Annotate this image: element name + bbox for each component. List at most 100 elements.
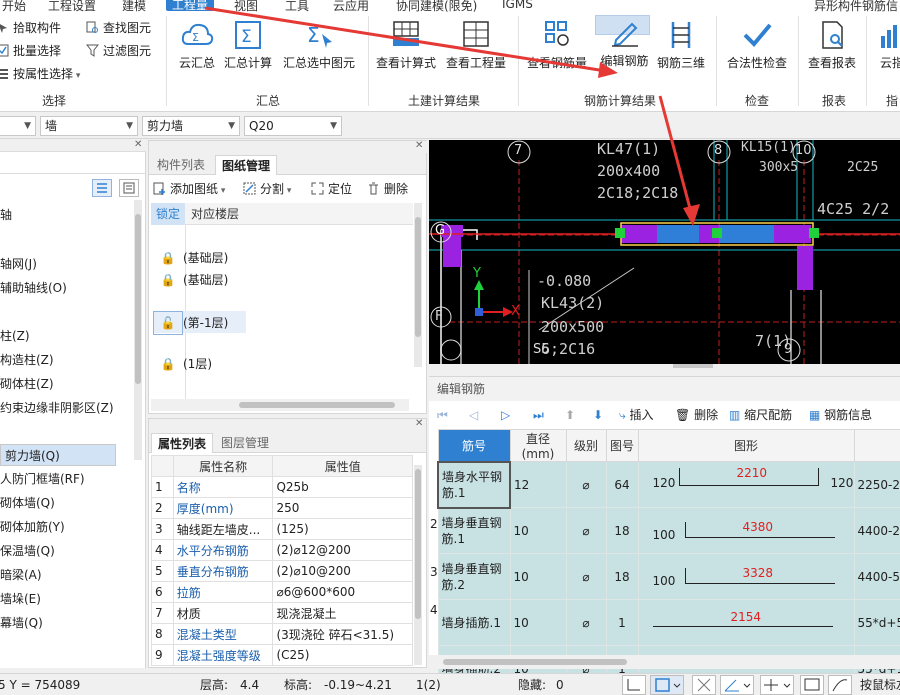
summary-selected-button[interactable]: Σ 汇总选中图元 bbox=[280, 18, 358, 78]
nav-item[interactable]: 幕墙(Q) bbox=[0, 612, 130, 634]
select-by-attr-button[interactable]: 按属性选择 ▾ bbox=[0, 64, 80, 84]
rebar-shape[interactable]: 2154 bbox=[637, 599, 855, 646]
scale-rebar-button[interactable]: ▥ 缩尺配筋 bbox=[729, 404, 792, 426]
delete-rebar-button[interactable]: 🗑 删除 bbox=[675, 404, 718, 426]
view-formula-button[interactable]: 查看计算式 bbox=[374, 18, 438, 78]
component-select[interactable]: Q20 ▼ bbox=[244, 116, 342, 136]
prev-record-button[interactable]: ◁ bbox=[469, 404, 478, 426]
table-row[interactable]: 2 厚度(mm) 250 bbox=[151, 497, 413, 519]
rebar-shape[interactable]: 100 4380 bbox=[637, 507, 855, 554]
next-record-button[interactable]: ▷ bbox=[501, 404, 510, 426]
view-report-button[interactable]: 查看报表 bbox=[804, 18, 860, 78]
rebar-3d-button[interactable]: 钢筋三维 bbox=[654, 18, 708, 78]
detail-view-icon[interactable] bbox=[119, 179, 139, 197]
table-row[interactable]: 3 轴线距左墙皮... (125) bbox=[151, 518, 413, 540]
edit-rebar-button[interactable]: 编辑钢筋 bbox=[595, 15, 650, 68]
cross-button[interactable] bbox=[692, 675, 716, 695]
snap-corner-button[interactable] bbox=[622, 675, 646, 695]
curve-button[interactable] bbox=[828, 675, 852, 695]
first-record-button[interactable]: ⏮ bbox=[437, 404, 448, 426]
menu-igms[interactable]: IGMS bbox=[502, 0, 533, 11]
pick-element-button[interactable]: 拾取构件 bbox=[0, 18, 61, 38]
view-rebar-qty-button[interactable]: 查看钢筋量 bbox=[524, 18, 590, 78]
last-record-button[interactable]: ⏭ bbox=[533, 404, 544, 426]
lock-icon[interactable]: 🔒 bbox=[153, 353, 183, 375]
add-drawing-button[interactable]: 添加图纸 ▾ bbox=[153, 179, 225, 199]
rebar-shape[interactable]: 100 3328 bbox=[637, 553, 855, 600]
pencil-icon bbox=[611, 22, 638, 47]
locate-button[interactable]: 定位 bbox=[311, 179, 352, 199]
lock-icon[interactable]: 🔒 bbox=[153, 269, 183, 291]
rebar-info-button[interactable]: ▦ 钢筋信息 bbox=[809, 404, 872, 426]
nav-scrollbar[interactable] bbox=[134, 200, 142, 460]
legality-check-button[interactable]: 合法性检查 bbox=[722, 18, 792, 78]
nav-item[interactable]: 辅助轴线(O) bbox=[0, 277, 130, 299]
nav-item-shear-wall[interactable]: 剪力墙(Q) bbox=[0, 444, 116, 466]
screen-button[interactable] bbox=[800, 675, 824, 695]
nav-item[interactable]: 约束边缘非阴影区(Z) bbox=[0, 397, 130, 419]
table-row[interactable]: 墙身插筋.1 10 ⌀ 1 2154 55*d+500 bbox=[437, 599, 900, 646]
table-row[interactable]: 1 名称 Q25b bbox=[151, 476, 413, 498]
table-row[interactable]: 6 拉筋 ⌀6@600*600 bbox=[151, 581, 413, 603]
nav-item[interactable]: 保温墙(Q) bbox=[0, 540, 130, 562]
category-select[interactable]: 墙 ▼ bbox=[40, 116, 138, 136]
table-row[interactable]: 墙身垂直钢筋.1 10 ⌀ 18 100 4380 4400-20+ bbox=[437, 507, 900, 554]
insert-button[interactable]: ⤷ 插入 bbox=[619, 404, 654, 426]
cloud-summary-button[interactable]: Σ 云汇总 bbox=[172, 18, 222, 78]
nav-item[interactable]: 人防门框墙(RF) bbox=[0, 468, 130, 490]
tab-component-list[interactable]: 构件列表 bbox=[151, 155, 211, 175]
batch-select-button[interactable]: 批量选择 bbox=[0, 41, 61, 61]
list-item[interactable]: 🔒 (基础层) bbox=[153, 269, 393, 291]
type-select[interactable]: 剪力墙 ▼ bbox=[142, 116, 240, 136]
tab-property-list[interactable]: 属性列表 bbox=[151, 433, 214, 453]
table-row[interactable]: 8 混凝土类型 (3现浇砼 碎石<31.5) bbox=[151, 623, 413, 645]
list-item-selected[interactable]: 🔓 (第-1层) bbox=[153, 311, 246, 335]
close-icon[interactable]: ✕ bbox=[415, 140, 423, 151]
lock-icon[interactable]: 🔒 bbox=[153, 247, 183, 269]
cloud-index-button[interactable]: 云指 bbox=[872, 18, 900, 78]
nav-item[interactable]: 构造柱(Z) bbox=[0, 349, 130, 371]
nav-item[interactable]: 墙垛(E) bbox=[0, 588, 130, 610]
rebar-shape[interactable]: 120 2210 120 bbox=[637, 461, 855, 508]
nav-item[interactable]: 砌体墙(Q) bbox=[0, 492, 130, 514]
drawing-scrollbar[interactable] bbox=[414, 203, 422, 367]
nav-item[interactable]: 砌体加筋(Y) bbox=[0, 516, 130, 538]
nav-item[interactable]: 砌体柱(Z) bbox=[0, 373, 130, 395]
close-icon[interactable]: ✕ bbox=[134, 139, 142, 150]
nav-item[interactable]: 暗梁(A) bbox=[0, 564, 130, 586]
tab-layer-management[interactable]: 图层管理 bbox=[215, 433, 275, 453]
find-element-button[interactable]: 查找图元 bbox=[86, 18, 151, 38]
canvas-splitter[interactable] bbox=[429, 364, 900, 376]
close-icon[interactable]: ✕ bbox=[415, 419, 423, 429]
rebar-h-scrollbar[interactable] bbox=[429, 655, 900, 669]
table-row[interactable]: 7 材质 现浇混凝土 bbox=[151, 602, 413, 624]
h-scrollbar[interactable] bbox=[151, 399, 409, 411]
tab-drawing-management[interactable]: 图纸管理 bbox=[215, 155, 278, 175]
view-quantity-button[interactable]: 查看工程量 bbox=[444, 18, 508, 78]
snap-point-button[interactable] bbox=[760, 675, 794, 695]
menu-quantity[interactable]: 工程量 bbox=[166, 0, 215, 12]
table-row[interactable]: 5 垂直分布钢筋 (2)⌀10@200 bbox=[151, 560, 413, 582]
table-row[interactable]: 4 水平分布钢筋 (2)⌀12@200 bbox=[151, 539, 413, 561]
property-scrollbar[interactable] bbox=[414, 465, 422, 665]
list-view-icon[interactable] bbox=[92, 179, 112, 197]
split-button[interactable]: 分割 ▾ bbox=[243, 179, 291, 199]
nav-item[interactable]: 轴网(J) bbox=[0, 253, 130, 275]
drawing-canvas[interactable]: 7 8 10 G F 9 S5 KL47(1) 200x400 2C18;2C1… bbox=[429, 140, 900, 364]
table-row[interactable]: 9 混凝土强度等级 (C25) bbox=[151, 644, 413, 666]
list-item[interactable]: 🔒 (1层) bbox=[153, 353, 393, 375]
unlock-icon[interactable]: 🔓 bbox=[153, 311, 183, 335]
table-row[interactable]: 墙身水平钢筋.1 12 ⌀ 64 120 2210 120 2250-20+ bbox=[437, 460, 900, 509]
move-down-button[interactable]: ⬇ bbox=[593, 404, 603, 426]
move-up-button[interactable]: ⬆ bbox=[565, 404, 575, 426]
nav-item[interactable]: 柱(Z) bbox=[0, 325, 130, 347]
delete-drawing-button[interactable]: 删除 bbox=[367, 179, 408, 199]
select-mode-button[interactable] bbox=[650, 675, 684, 695]
filter-element-button[interactable]: 过滤图元 bbox=[86, 41, 151, 61]
table-row[interactable]: 墙身垂直钢筋.2 10 ⌀ 18 100 3328 4400-500 bbox=[437, 553, 900, 600]
angle-button[interactable] bbox=[720, 675, 754, 695]
nav-item-axis-root[interactable]: 轴 bbox=[0, 204, 130, 226]
list-item[interactable]: 🔒 (基础层) bbox=[153, 247, 393, 269]
floor-select[interactable]: ▼ bbox=[0, 116, 36, 136]
summary-calc-button[interactable]: Σ 汇总计算 bbox=[222, 18, 274, 78]
